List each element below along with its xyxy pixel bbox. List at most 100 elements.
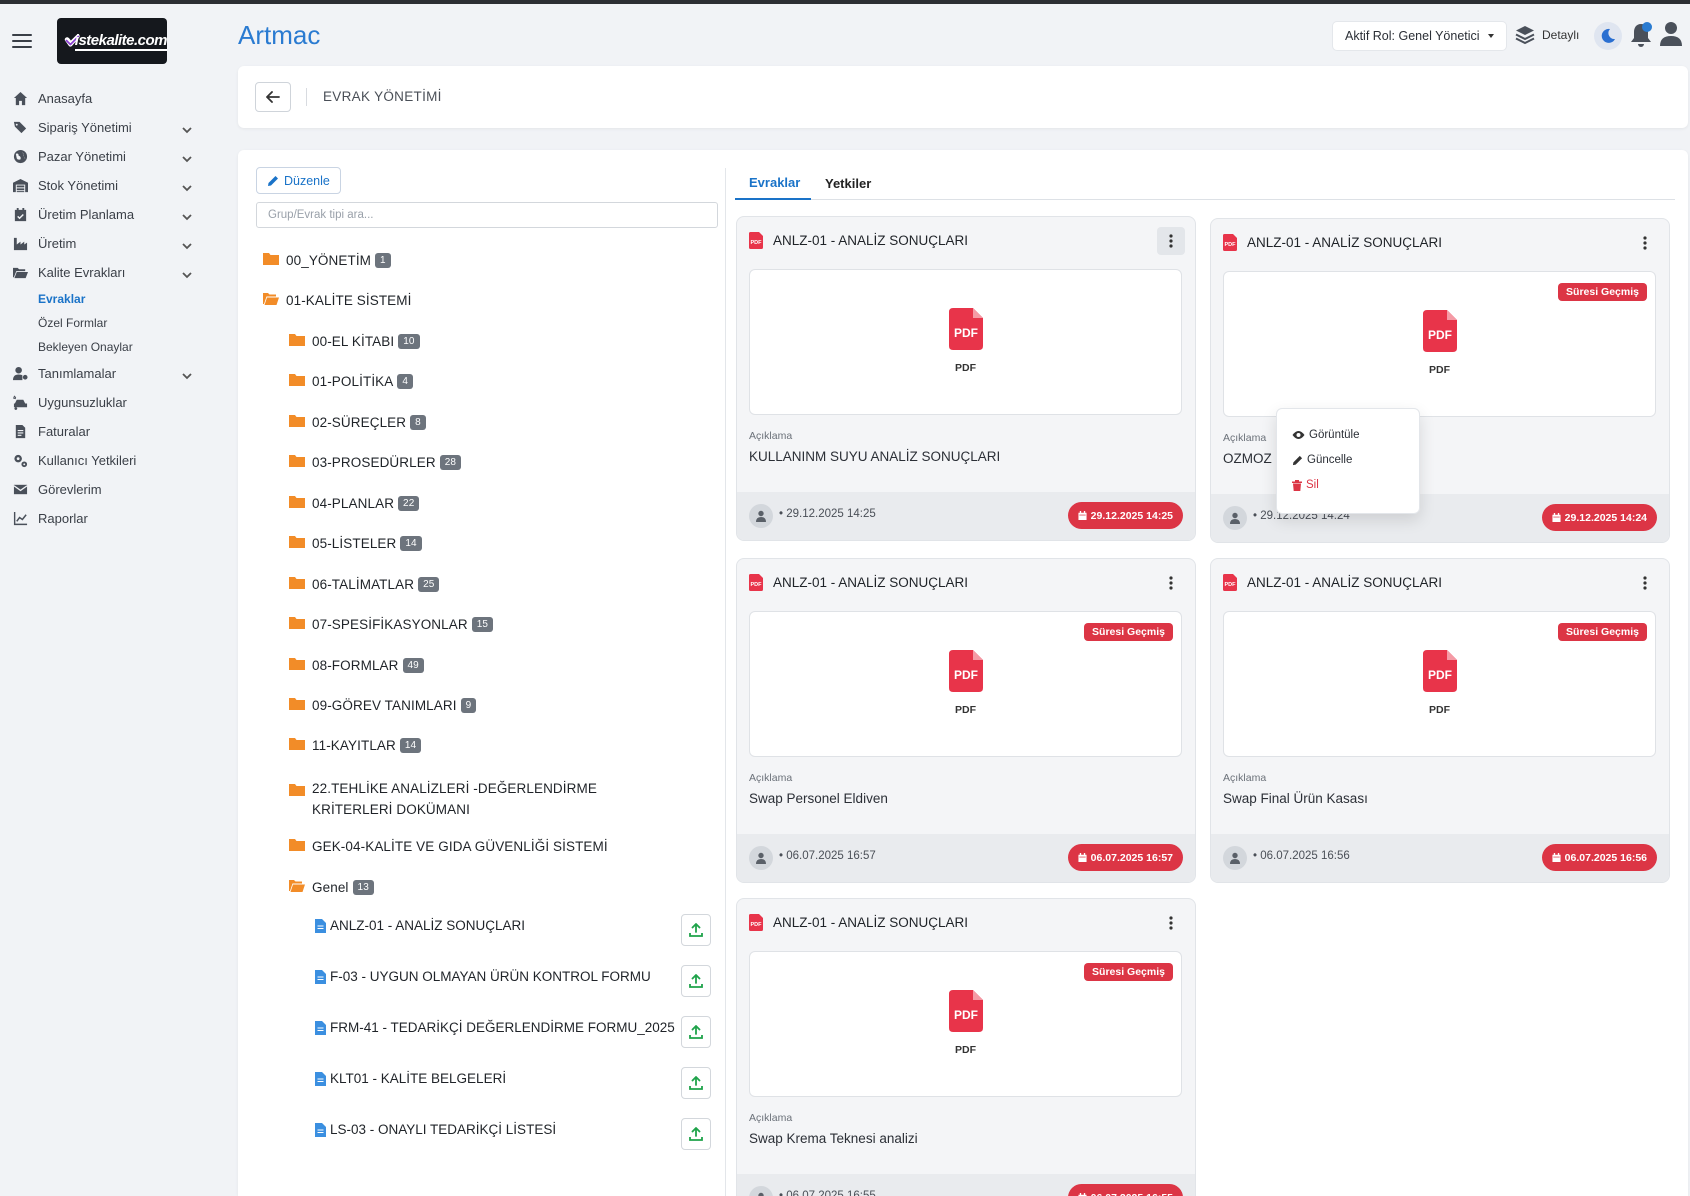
upload-button[interactable] <box>681 1016 711 1048</box>
sidebar-item-kullanici-yetkileri[interactable]: Kullanıcı Yetkileri <box>0 446 222 475</box>
created-date: • 06.07.2025 16:57 <box>779 850 876 862</box>
sidebar-item-uretim[interactable]: Üretim <box>0 229 222 258</box>
edit-button[interactable]: Düzenle <box>256 167 341 194</box>
tree-document[interactable]: KLT01 - KALİTE BELGELERİ <box>315 1071 506 1089</box>
role-selector[interactable]: Aktif Rol: Genel Yönetici <box>1333 22 1506 50</box>
view-label: Görüntüle <box>1309 429 1360 441</box>
tree-folder[interactable]: GEK-04-KALİTE VE GIDA GÜVENLİĞİ SİSTEMİ <box>289 838 608 855</box>
avatar <box>749 504 773 528</box>
upload-button[interactable] <box>681 914 711 946</box>
created-date: • 29.12.2025 14:25 <box>779 508 876 520</box>
sidebar-item-uygunsuzluklar[interactable]: Uygunsuzluklar <box>0 388 222 417</box>
tree-folder[interactable]: 01-POLİTİKA 4 <box>289 373 414 390</box>
sidebar-item-anasayfa[interactable]: Anasayfa <box>0 84 222 113</box>
tree-document[interactable]: LS-03 - ONAYLI TEDARİKÇİ LİSTESİ <box>315 1122 556 1140</box>
document-card[interactable]: PDF ANLZ-01 - ANALİZ SONUÇLARI PDF PDF A… <box>736 216 1196 541</box>
folder-open-icon <box>263 292 286 309</box>
folder-open-icon <box>13 267 28 279</box>
pdf-file-icon: PDF <box>749 574 763 591</box>
tree-folder[interactable]: 01-KALİTE SİSTEMİ <box>263 292 412 309</box>
tree-document-name: FRM-41 - TEDARİKÇİ DEĞERLENDİRME FORMU_2… <box>330 1020 675 1035</box>
user-icon <box>1230 852 1240 864</box>
sidebar-item-uretim-planlama[interactable]: Üretim Planlama <box>0 200 222 229</box>
tree-folder[interactable]: 05-LİSTELER 14 <box>289 535 422 552</box>
upload-button[interactable] <box>681 1118 711 1150</box>
tree-folder[interactable]: 04-PLANLAR 22 <box>289 495 420 512</box>
document-preview[interactable]: PDF PDF Süresi Geçmiş <box>1223 611 1656 757</box>
delete-menu-item[interactable]: Sil <box>1292 479 1319 491</box>
document-card[interactable]: PDF ANLZ-01 - ANALİZ SONUÇLARI PDF PDF S… <box>1210 558 1670 883</box>
tree-folder-count: 49 <box>402 658 424 673</box>
sidebar-item-label: Sipariş Yönetimi <box>38 120 132 135</box>
tree-document[interactable]: FRM-41 - TEDARİKÇİ DEĞERLENDİRME FORMU_2… <box>315 1020 675 1038</box>
tree-folder[interactable]: 22.TEHLİKE ANALİZLERİ -DEĞERLENDİRME KRİ… <box>289 778 669 820</box>
tree-folder-name: 00_YÖNETİM <box>286 253 372 268</box>
sidebar-item-pazar[interactable]: Pazar Yönetimi <box>0 142 222 171</box>
document-card[interactable]: PDF ANLZ-01 - ANALİZ SONUÇLARI PDF PDF S… <box>736 558 1196 883</box>
sidebar-item-raporlar[interactable]: Raporlar <box>0 504 222 533</box>
theme-toggle[interactable] <box>1594 22 1622 50</box>
sidebar-item-tanimlamalar[interactable]: Tanımlamalar <box>0 359 222 388</box>
detail-view-toggle[interactable]: Detaylı <box>1514 24 1579 46</box>
tree-folder-name: 05-LİSTELER <box>312 536 397 551</box>
view-menu-item[interactable]: Görüntüle <box>1292 429 1360 441</box>
tree-document[interactable]: ANLZ-01 - ANALİZ SONUÇLARI <box>315 918 525 936</box>
tree-folder[interactable]: 02-SÜREÇLER 8 <box>289 414 426 431</box>
logo[interactable]: istekalite.com <box>57 18 168 64</box>
moon-icon <box>1601 28 1615 43</box>
document-preview[interactable]: PDF PDF <box>749 269 1182 415</box>
sidebar-item-gorevlerim[interactable]: Görevlerim <box>0 475 222 504</box>
tree-folder-count: 14 <box>400 536 422 551</box>
tree-folder[interactable]: 08-FORMLAR 49 <box>289 657 424 674</box>
tree-search-input[interactable] <box>256 202 718 228</box>
card-menu-button[interactable] <box>1157 909 1185 937</box>
invoice-icon <box>15 424 26 439</box>
card-footer: • 29.12.2025 14:25 29.12.2025 14:25 <box>737 492 1195 540</box>
bell-icon <box>1631 22 1652 47</box>
sidebar-item-faturalar[interactable]: Faturalar <box>0 417 222 446</box>
document-preview[interactable]: PDF PDF Süresi Geçmiş <box>749 951 1182 1097</box>
back-button[interactable] <box>255 82 291 112</box>
tree-folder[interactable]: 07-SPESİFİKASYONLAR 15 <box>289 616 494 633</box>
update-menu-item[interactable]: Güncelle <box>1292 454 1352 466</box>
card-menu-button[interactable] <box>1157 569 1185 597</box>
sidebar-nav: Anasayfa Sipariş Yönetimi Pazar Yönetimi… <box>0 84 222 533</box>
tree-folder-count: 15 <box>471 617 494 632</box>
chevron-down-icon <box>182 152 192 163</box>
sidebar-item-siparis[interactable]: Sipariş Yönetimi <box>0 113 222 142</box>
sidebar-item-stok[interactable]: Stok Yönetimi <box>0 171 222 200</box>
user-gear-icon <box>13 366 28 381</box>
sidebar-subitem-ozel-formlar[interactable]: Özel Formlar <box>0 311 222 335</box>
notifications-button[interactable] <box>1627 20 1655 50</box>
tree-document[interactable]: F-03 - UYGUN OLMAYAN ÜRÜN KONTROL FORMU <box>315 969 651 987</box>
sidebar-subitem-evraklar[interactable]: Evraklar <box>0 287 222 311</box>
tab-evraklar[interactable]: Evraklar <box>735 167 811 200</box>
folder-icon <box>289 333 312 350</box>
due-date-badge: 29.12.2025 14:25 <box>1067 502 1183 529</box>
tree-folder[interactable]: 06-TALİMATLAR 25 <box>289 576 440 593</box>
tab-yetkiler[interactable]: Yetkiler <box>811 167 885 200</box>
document-preview[interactable]: PDF PDF Süresi Geçmiş <box>749 611 1182 757</box>
tree-folder[interactable]: 00-EL KİTABI 10 <box>289 333 420 350</box>
file-icon <box>315 1071 330 1089</box>
warehouse-icon <box>13 178 28 193</box>
document-card[interactable]: PDF ANLZ-01 - ANALİZ SONUÇLARI PDF PDF S… <box>736 898 1196 1196</box>
sidebar-item-label: Kullanıcı Yetkileri <box>38 453 137 468</box>
document-preview[interactable]: PDF PDF Süresi Geçmiş <box>1223 271 1656 417</box>
upload-button[interactable] <box>681 965 711 997</box>
upload-button[interactable] <box>681 1067 711 1099</box>
card-menu-button[interactable] <box>1157 227 1185 255</box>
sidebar-item-kalite-evraklari[interactable]: Kalite Evrakları <box>0 258 222 287</box>
hamburger-menu-icon[interactable] <box>12 34 32 48</box>
card-menu-button[interactable] <box>1631 229 1659 257</box>
tree-folder[interactable]: 09-GÖREV TANIMLARI 9 <box>289 697 477 714</box>
tree-folder[interactable]: Genel 13 <box>289 879 374 896</box>
sidebar-subitem-bekleyen-onaylar[interactable]: Bekleyen Onaylar <box>0 335 222 359</box>
tree-folder[interactable]: 11-KAYITLAR 14 <box>289 737 422 754</box>
calendar-icon <box>1078 511 1087 520</box>
tree-folder[interactable]: 03-PROSEDÜRLER 28 <box>289 454 462 471</box>
card-menu-button[interactable] <box>1631 569 1659 597</box>
user-menu-button[interactable] <box>1657 19 1685 49</box>
svg-text:PDF: PDF <box>751 240 763 246</box>
tree-folder[interactable]: 00_YÖNETİM 1 <box>263 252 391 269</box>
